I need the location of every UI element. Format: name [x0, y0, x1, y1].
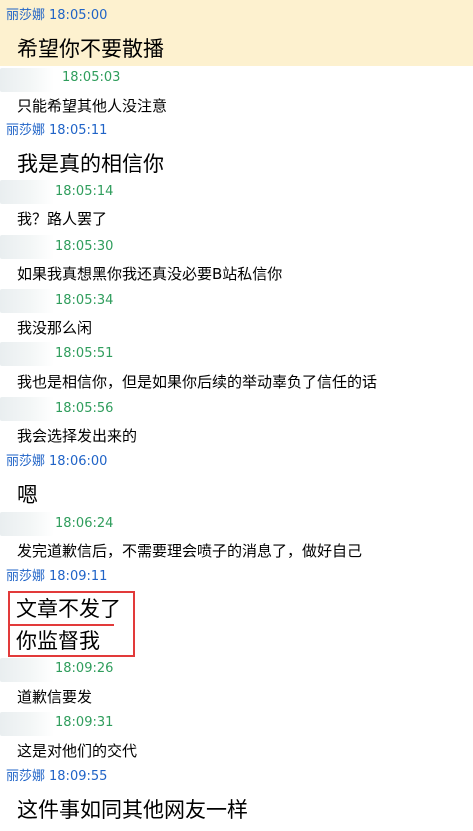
message-header: 丽莎娜 18:05:11 — [6, 122, 107, 140]
sender-name[interactable]: 丽莎娜 — [6, 454, 45, 469]
message-text: 这是对他们的交代 — [17, 742, 138, 760]
message-header: 18:05:34 — [55, 292, 113, 310]
message-header: 18:05:51 — [55, 345, 113, 363]
message-header: 18:05:14 — [55, 183, 113, 201]
timestamp: 18:05:03 — [62, 70, 121, 85]
timestamp: 18:09:11 — [49, 569, 108, 584]
timestamp: 18:05:11 — [49, 123, 108, 138]
blurred-avatar — [0, 289, 54, 313]
message-header: 18:06:24 — [55, 515, 113, 533]
timestamp: 18:09:26 — [55, 661, 114, 676]
sender-name[interactable]: 丽莎娜 — [6, 123, 45, 138]
message-text: 我也是相信你，但是如果你后续的举动辜负了信任的话 — [17, 373, 378, 391]
message-header: 18:05:30 — [55, 238, 113, 256]
timestamp: 18:09:31 — [55, 715, 114, 730]
message-text: 嗯 — [17, 483, 38, 507]
message-header: 18:09:26 — [55, 660, 113, 678]
blurred-avatar — [0, 68, 54, 92]
message-header: 丽莎娜 18:06:00 — [6, 453, 107, 471]
message-text: 我会选择发出来的 — [17, 427, 138, 445]
sender-name[interactable]: 丽莎娜 — [6, 569, 45, 584]
message-text: 发完道歉信后，不需要理会喷子的消息了，做好自己 — [17, 542, 363, 560]
timestamp: 18:06:00 — [49, 454, 108, 469]
message-text: 只能希望其他人没注意 — [17, 97, 168, 115]
message-text: 我没那么闲 — [17, 319, 93, 337]
timestamp: 18:05:51 — [55, 346, 114, 361]
message-text: 如果我真想黑你我还真没必要B站私信你 — [17, 265, 283, 283]
timestamp: 18:05:00 — [49, 8, 108, 23]
message-text: 我？路人罢了 — [17, 210, 108, 228]
blurred-avatar — [0, 235, 54, 259]
sender-name[interactable]: 丽莎娜 — [6, 8, 45, 23]
blurred-avatar — [0, 712, 54, 736]
blurred-avatar — [0, 397, 54, 421]
message-header: 丽莎娜 18:05:00 — [6, 7, 107, 25]
blurred-avatar — [0, 512, 54, 536]
message-text: 道歉信要发 — [17, 688, 93, 706]
message-text: 我是真的相信你 — [17, 152, 164, 176]
message-text: 你监督我 — [16, 629, 100, 653]
message-header: 18:09:31 — [55, 714, 113, 732]
timestamp: 18:09:55 — [49, 769, 108, 784]
message-text: 希望你不要散播 — [17, 37, 164, 61]
sender-name[interactable]: 丽莎娜 — [6, 769, 45, 784]
message-header: 丽莎娜 18:09:11 — [6, 568, 107, 586]
blurred-avatar — [0, 658, 54, 682]
timestamp: 18:05:30 — [55, 239, 114, 254]
message-text: 这件事如同其他网友一样 — [17, 798, 248, 822]
timestamp: 18:06:24 — [55, 516, 114, 531]
timestamp: 18:05:56 — [55, 401, 114, 416]
timestamp: 18:05:34 — [55, 293, 114, 308]
timestamp: 18:05:14 — [55, 184, 114, 199]
chat-log: 丽莎娜 18:05:00 希望你不要散播 18:05:03 只能希望其他人没注意 … — [0, 0, 473, 831]
message-header: 18:05:56 — [55, 400, 113, 418]
blurred-avatar — [0, 180, 54, 204]
message-text: 文章不发了 — [16, 597, 121, 621]
message-header: 18:05:03 — [62, 69, 120, 87]
message-header: 丽莎娜 18:09:55 — [6, 768, 107, 786]
blurred-avatar — [0, 342, 54, 366]
